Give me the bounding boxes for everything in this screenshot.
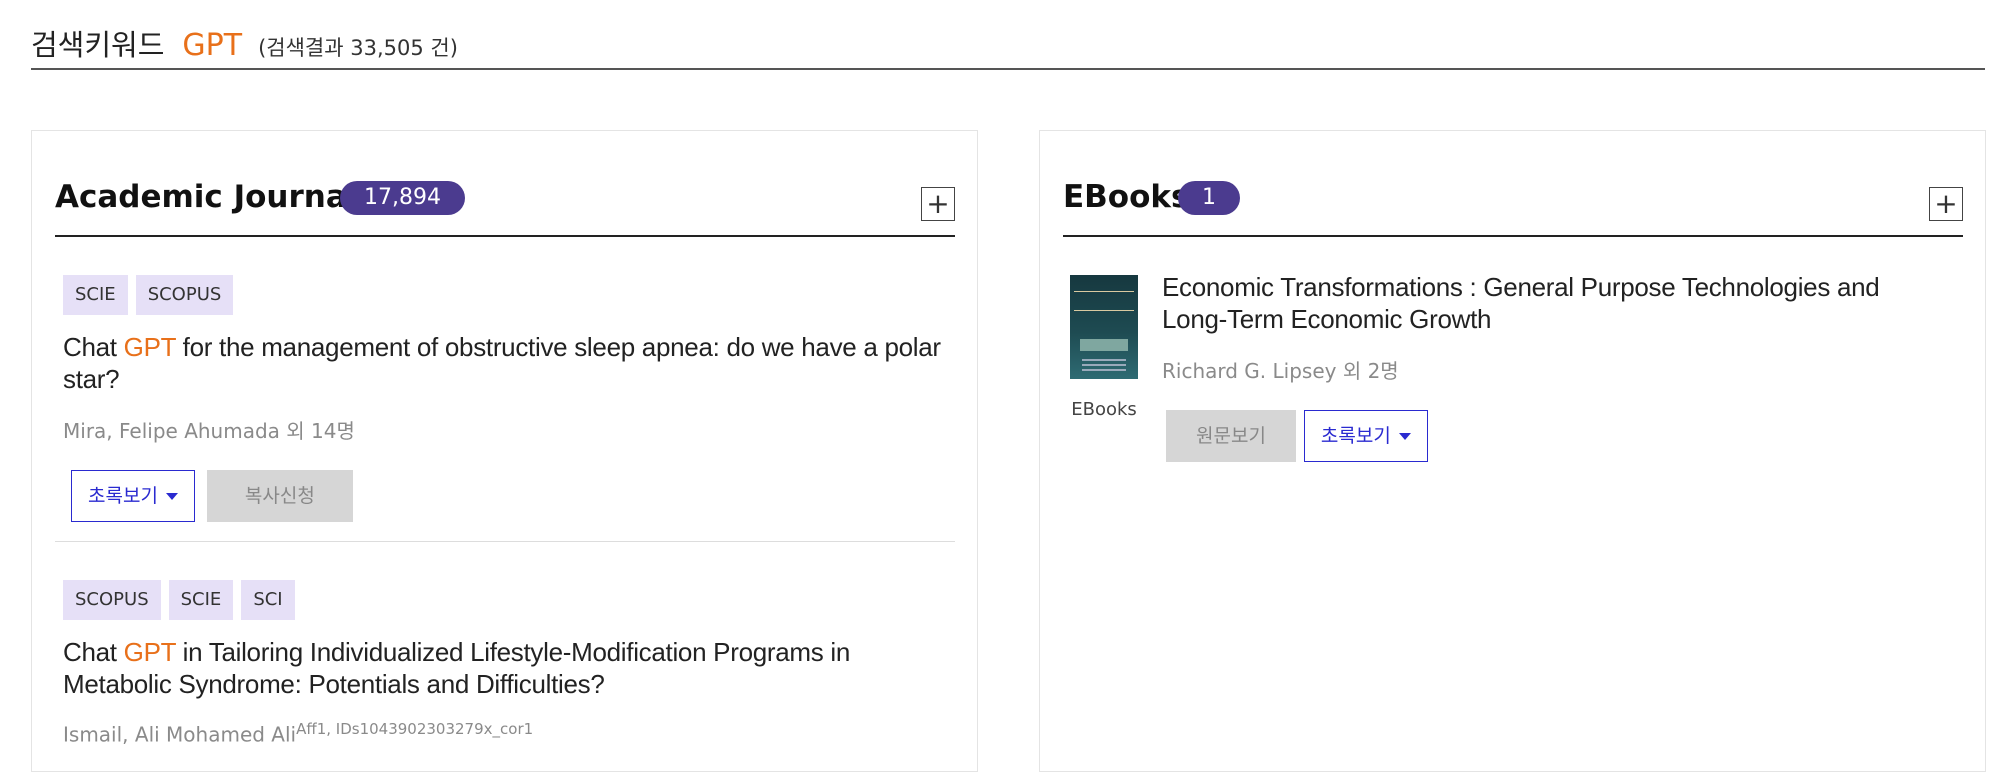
index-tag: SCOPUS bbox=[63, 580, 161, 620]
academic-journals-panel: Academic Journals 17,894 + SCIE SCOPUS C… bbox=[31, 130, 978, 772]
view-abstract-button[interactable]: 초록보기 bbox=[1303, 410, 1428, 462]
search-keyword-label: 검색키워드 bbox=[31, 28, 165, 62]
cover-title-band bbox=[1074, 291, 1134, 311]
index-tags: SCOPUS SCIE SCI bbox=[63, 580, 955, 620]
article-authors: Ismail, Ali Mohamed AliAff1, IDs10439023… bbox=[63, 720, 955, 747]
divider bbox=[55, 541, 955, 542]
expand-more-button[interactable]: + bbox=[921, 187, 955, 221]
author-name: Ismail, Ali Mohamed Ali bbox=[63, 722, 297, 747]
title-highlight: GPT bbox=[123, 332, 176, 362]
index-tag: SCIE bbox=[63, 275, 128, 315]
article-title-link[interactable]: Chat GPT in Tailoring Individualized Lif… bbox=[63, 636, 955, 700]
ebooks-header: EBooks 1 + bbox=[1063, 175, 1963, 237]
result-count-badge: 1 bbox=[1178, 181, 1240, 215]
title-highlight: GPT bbox=[123, 637, 176, 667]
author-affiliation: Aff1, IDs1043902303279x_cor1 bbox=[296, 720, 534, 738]
book-type-caption: EBooks bbox=[1071, 399, 1137, 420]
ebook-title-link[interactable]: Economic Transformations : General Purpo… bbox=[1162, 271, 1942, 335]
article-item: SCOPUS SCIE SCI Chat GPT in Tailoring In… bbox=[55, 580, 955, 747]
cover-illustration bbox=[1080, 339, 1128, 351]
ebook-item: Economic Transformations : General Purpo… bbox=[1162, 271, 1942, 462]
view-fulltext-button[interactable]: 원문보기 bbox=[1166, 410, 1296, 462]
panel-title: EBooks bbox=[1063, 179, 1190, 215]
panel-title: Academic Journals bbox=[55, 179, 376, 215]
title-rest: for the management of obstructive sleep … bbox=[63, 332, 941, 394]
index-tag: SCI bbox=[241, 580, 295, 620]
search-result-count: (검색결과 33,505 건) bbox=[258, 36, 458, 60]
search-summary-header: 검색키워드 GPT (검색결과 33,505 건) bbox=[31, 22, 1985, 70]
article-title-link[interactable]: Chat GPT for the management of obstructi… bbox=[63, 331, 955, 395]
ebook-authors: Richard G. Lipsey 외 2명 bbox=[1162, 359, 1399, 383]
title-prefix: Chat bbox=[63, 332, 124, 362]
caret-down-icon bbox=[165, 493, 178, 500]
academic-journals-header: Academic Journals 17,894 + bbox=[55, 175, 955, 237]
ebooks-panel: EBooks 1 + EBooks Economic Transformatio… bbox=[1039, 130, 1986, 772]
expand-more-button[interactable]: + bbox=[1929, 187, 1963, 221]
result-count-badge: 17,894 bbox=[340, 181, 465, 215]
copy-request-button[interactable]: 복사신청 bbox=[206, 470, 353, 522]
index-tag: SCIE bbox=[168, 580, 234, 620]
book-cover-image[interactable] bbox=[1070, 275, 1138, 379]
button-label: 초록보기 bbox=[1320, 425, 1391, 447]
cover-author-lines bbox=[1082, 359, 1126, 361]
article-actions: 초록보기 복사신청 bbox=[71, 470, 955, 522]
button-label: 초록보기 bbox=[88, 485, 158, 507]
article-authors: Mira, Felipe Ahumada 외 14명 bbox=[63, 419, 355, 443]
search-keyword: GPT bbox=[182, 28, 243, 63]
view-abstract-button[interactable]: 초록보기 bbox=[71, 470, 195, 522]
ebook-actions: 원문보기 초록보기 bbox=[1166, 410, 1942, 462]
caret-down-icon bbox=[1398, 433, 1411, 440]
index-tags: SCIE SCOPUS bbox=[63, 275, 955, 315]
article-item: SCIE SCOPUS Chat GPT for the management … bbox=[55, 275, 955, 522]
index-tag: SCOPUS bbox=[135, 275, 234, 315]
title-prefix: Chat bbox=[63, 637, 124, 667]
title-rest: in Tailoring Individualized Lifestyle-Mo… bbox=[63, 637, 851, 699]
